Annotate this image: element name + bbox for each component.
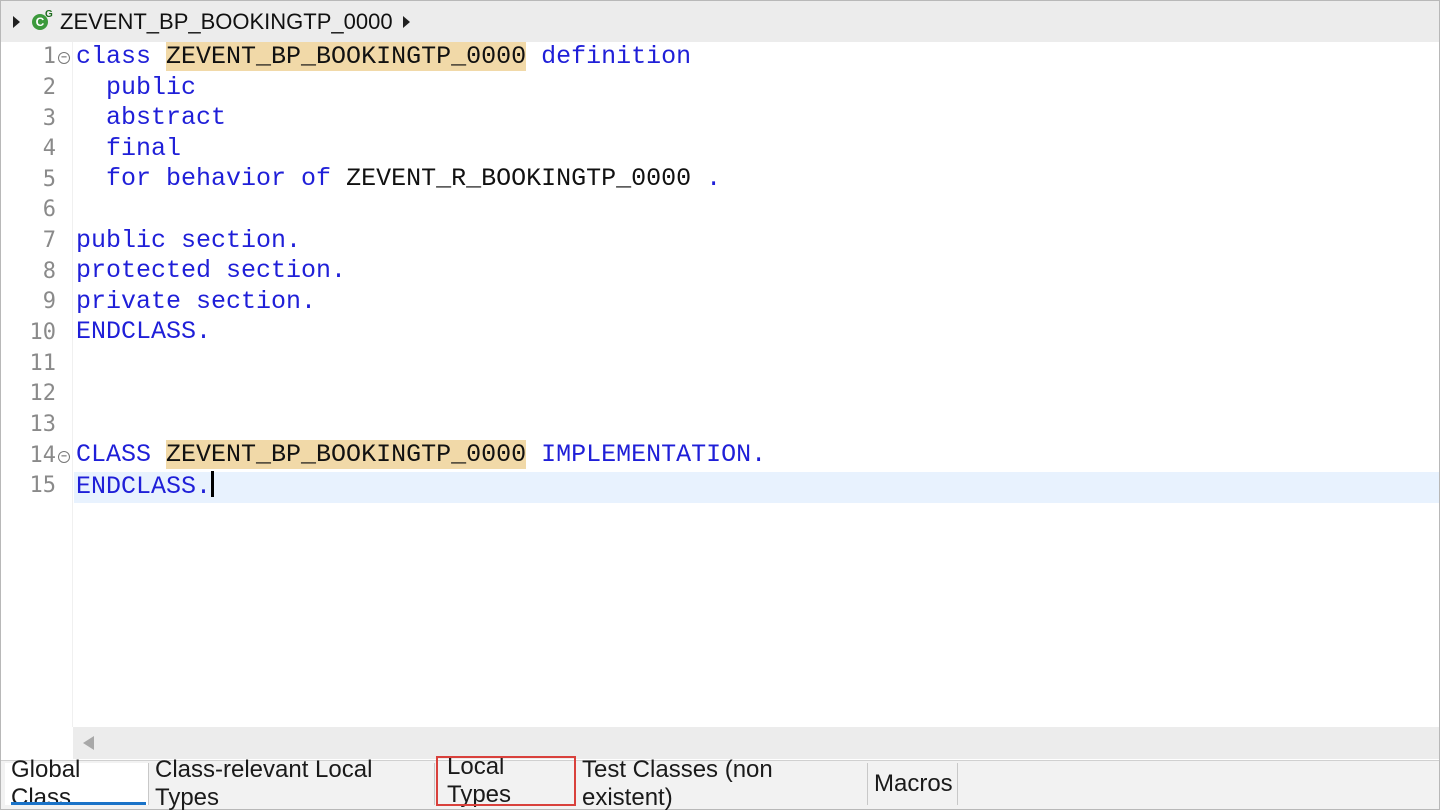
keyword: IMPLEMENTATION. [541,440,767,469]
behavior-definition-name: ZEVENT_R_BOOKINGTP_0000 [346,164,692,193]
code-editor[interactable]: 1 − 2 3 4 5 6 7 8 9 10 11 12 13 14 − 15 … [24,42,1439,727]
statement-period: . [706,164,722,193]
line-number: 3 [42,106,56,131]
keyword: protected section. [76,256,347,285]
global-class-icon: CG [32,9,53,32]
code-line-3: abstract [76,103,226,133]
scroll-left-arrow-icon[interactable] [83,736,94,750]
keyword: class [76,42,152,71]
code-line-15: ENDCLASS. [76,471,215,502]
code-line-10: ENDCLASS. [76,317,211,347]
code-line-9: private section. [76,287,316,317]
fold-collapse-icon[interactable]: − [58,52,70,64]
tab-local-types[interactable]: Local Types [436,753,576,808]
breadcrumb-title[interactable]: ZEVENT_BP_BOOKINGTP_0000 [60,9,393,35]
editor-tab-bar: Global Class Class-relevant Local Types … [1,753,1439,811]
line-number: 12 [29,381,57,406]
keyword: definition [541,42,692,71]
code-line-8: protected section. [76,256,346,286]
tab-test-classes[interactable]: Test Classes (non existent) [576,756,868,811]
line-number: 13 [29,412,57,437]
line-number: 14 [29,443,57,468]
tab-macros[interactable]: Macros [868,763,958,805]
line-number: 4 [42,136,56,161]
line-number: 5 [42,167,56,192]
breadcrumb: CG ZEVENT_BP_BOOKINGTP_0000 [1,1,1439,42]
horizontal-scrollbar[interactable] [73,727,1439,759]
line-number: 9 [42,289,56,314]
line-number: 8 [42,259,56,284]
text-cursor [211,471,215,497]
code-line-4: final [76,134,181,164]
line-number: 7 [42,228,56,253]
class-name-highlight: ZEVENT_BP_BOOKINGTP_0000 [166,42,527,71]
code-line-14: CLASS ZEVENT_BP_BOOKINGTP_0000 IMPLEMENT… [76,440,766,470]
current-line-highlight [74,472,1439,503]
keyword: CLASS [76,440,152,469]
code-line-1: class ZEVENT_BP_BOOKINGTP_0000 definitio… [76,42,691,72]
class-name-highlight: ZEVENT_BP_BOOKINGTP_0000 [166,440,527,469]
tab-label: Test Classes (non existent) [582,756,773,811]
code-line-5: for behavior of ZEVENT_R_BOOKINGTP_0000 … [76,164,721,194]
fold-collapse-icon[interactable]: − [58,451,70,463]
code-line-7: public section. [76,226,301,256]
tab-label: Class-relevant Local Types [155,756,373,811]
line-number: 2 [42,75,56,100]
line-number: 10 [29,320,57,345]
active-tab-indicator [11,802,146,805]
keyword: ENDCLASS. [76,317,212,346]
scroll-corner [1,727,73,759]
line-number: 1 [42,44,56,69]
tab-label: Local Types [447,753,512,808]
keyword: abstract [106,103,227,132]
breadcrumb-next-arrow-icon[interactable] [402,15,410,28]
line-number: 15 [29,473,57,498]
expand-arrow-icon[interactable] [13,15,20,28]
tab-global-class[interactable]: Global Class [5,756,149,811]
tab-label: Macros [874,770,953,797]
line-number: 6 [42,197,56,222]
keyword: for behavior of [106,164,332,193]
keyword: ENDCLASS. [76,472,212,501]
keyword: final [106,134,182,163]
tab-class-relevant-local-types[interactable]: Class-relevant Local Types [149,756,435,811]
line-number: 11 [29,351,57,376]
code-line-2: public [76,73,196,103]
keyword: public [106,73,197,102]
keyword: private section. [76,287,317,316]
keyword: public section. [76,226,302,255]
